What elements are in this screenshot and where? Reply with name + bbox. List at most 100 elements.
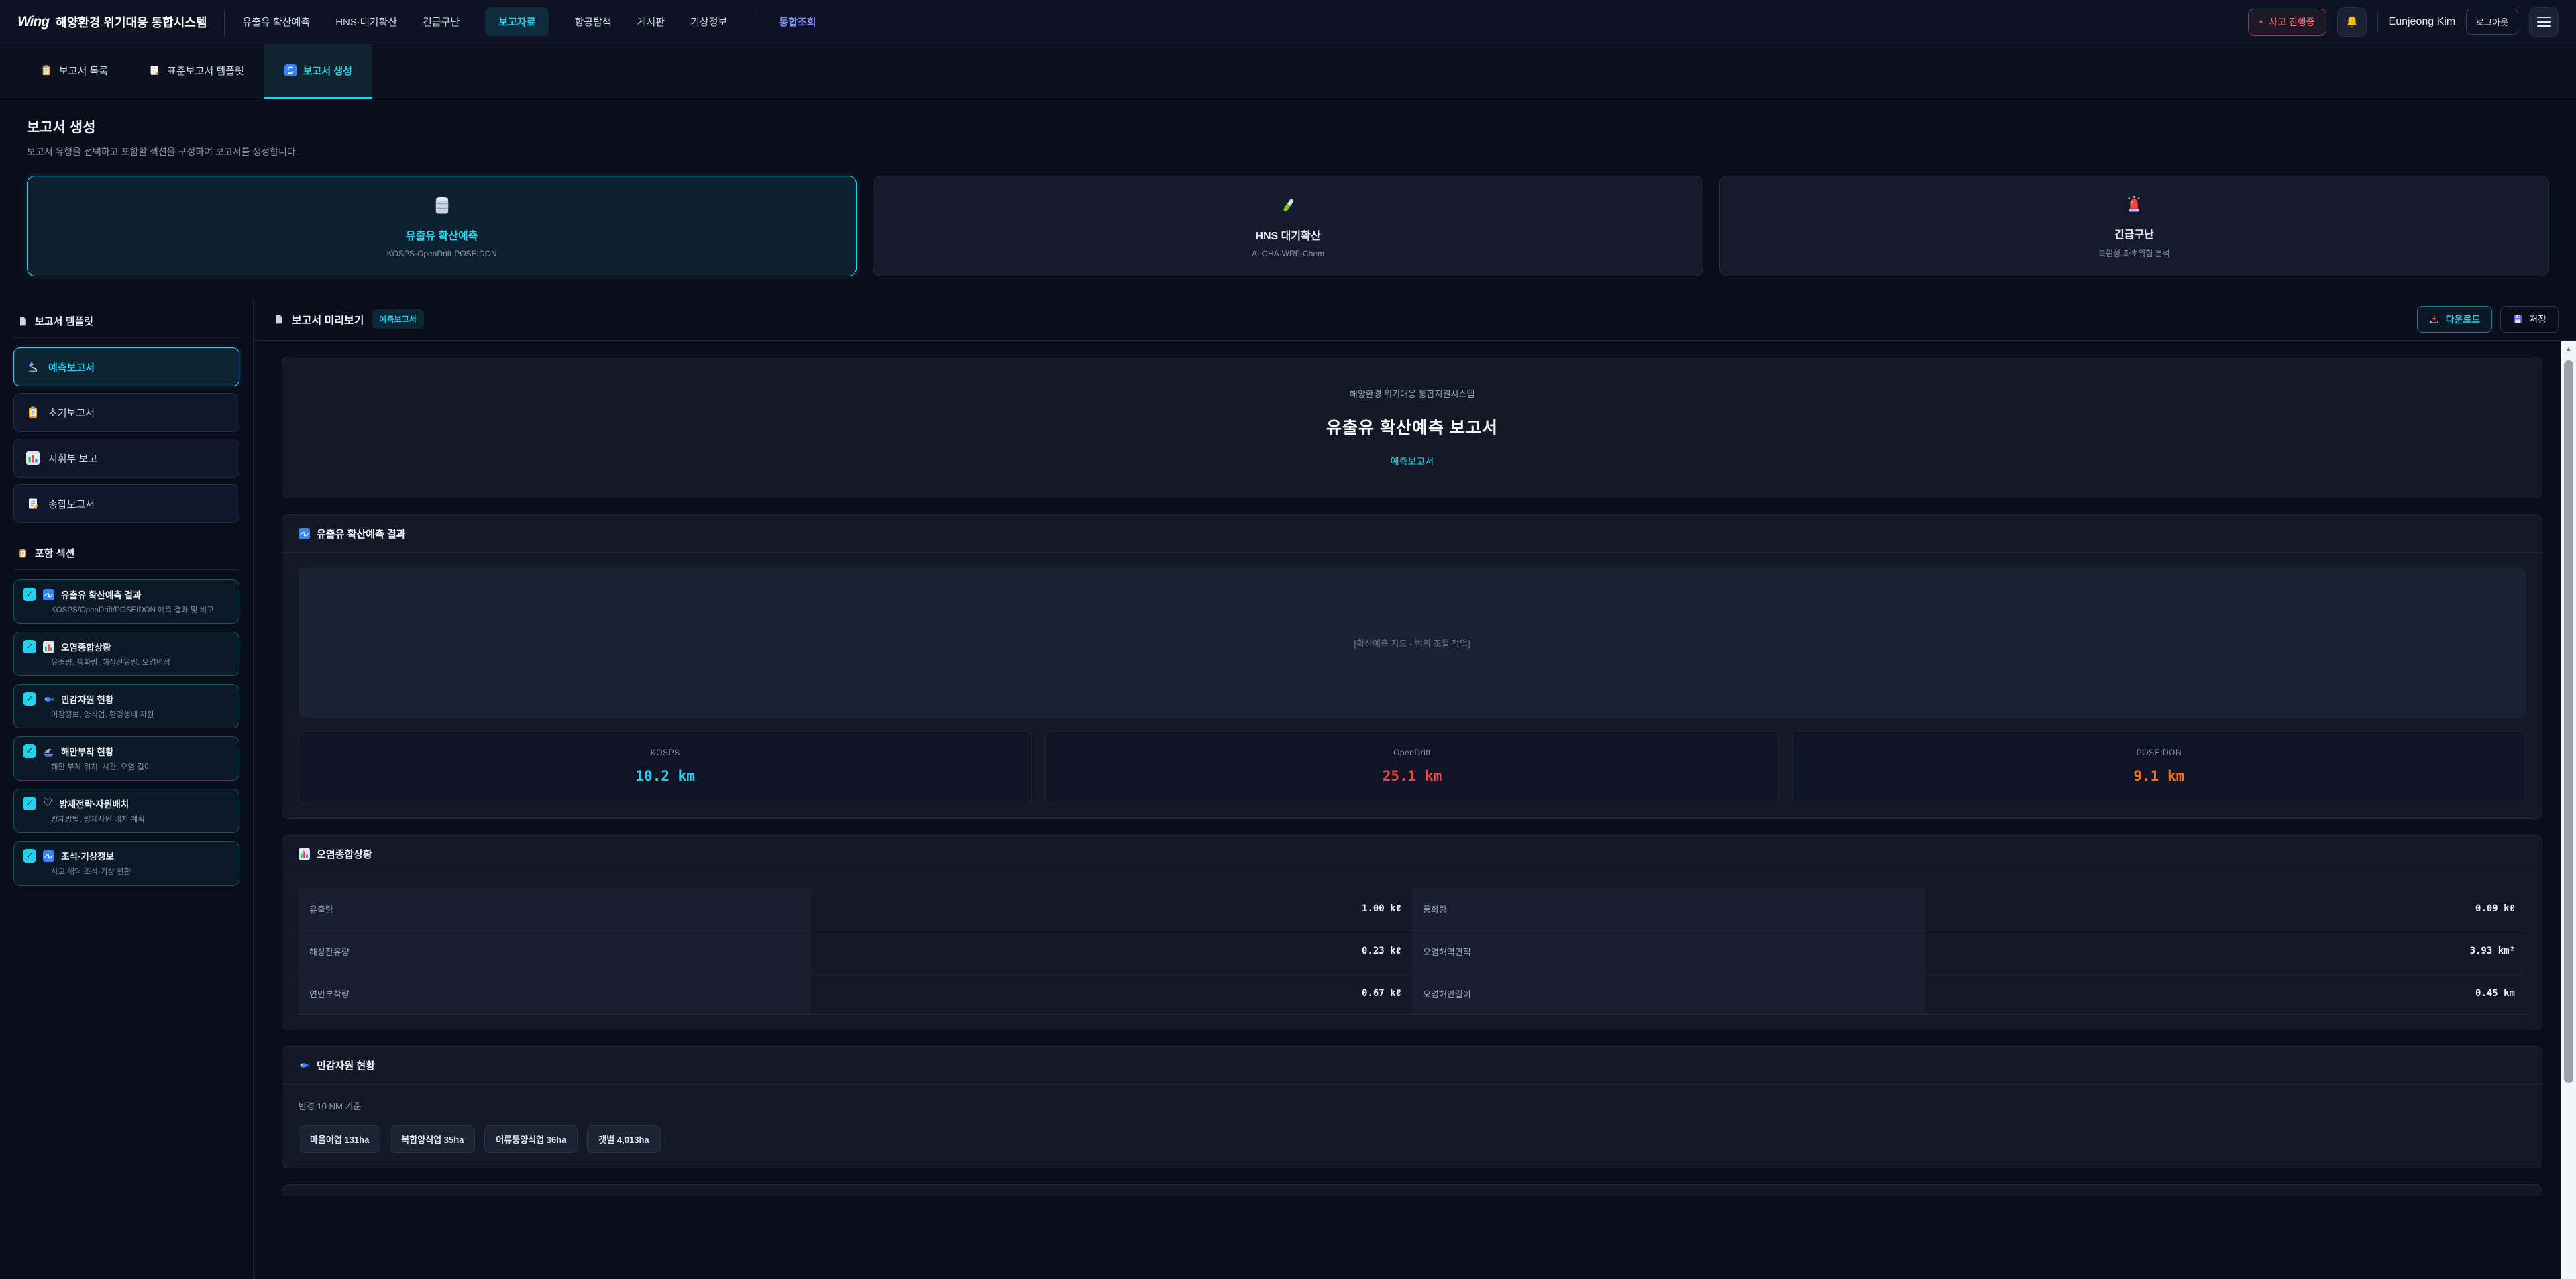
main-nav: 유출유 확산예측 HNS·대기확산 긴급구난 보고자료 항공탐색 게시판 기상정… <box>242 7 816 36</box>
nav-item-aerial-search[interactable]: 항공탐색 <box>574 15 611 29</box>
preview-actions: 다운로드 저장 <box>2417 306 2559 333</box>
nav-item-oil-spill[interactable]: 유출유 확산예측 <box>242 15 310 29</box>
include-section-list: ✓ 유출유 확산예측 결과 KOSPS/OpenDrift/POSEIDON 예… <box>13 579 239 886</box>
include-card-shoreline[interactable]: ✓ 해안부착 현황 해안 부착 위치, 시간, 오염 길이 <box>13 736 239 781</box>
generator-header-section: 보고서 생성 보고서 유형을 선택하고 포함할 섹션을 구성하여 보고서를 생성… <box>0 99 2576 298</box>
pollution-label: 오염해역면적 <box>1412 930 1925 972</box>
download-button[interactable]: 다운로드 <box>2417 306 2493 333</box>
bar-chart-icon <box>43 641 54 653</box>
spread-map-placeholder: [확산예측 지도 - 범위 조절 작업] <box>299 567 2526 718</box>
download-icon <box>2429 314 2440 325</box>
template-label: 예측보고서 <box>48 360 95 374</box>
resource-chips: 마을어업 131ha 복합양식업 35ha 어류등양식업 36ha 갯벌 4,0… <box>299 1125 2526 1153</box>
scrollbar-up-arrow[interactable]: ▲ <box>2561 345 2576 353</box>
pollution-label: 오염해안길이 <box>1412 972 1925 1014</box>
bar-chart-icon <box>299 848 310 860</box>
section-header: 오염종합상황 <box>282 836 2542 873</box>
template-item-forecast[interactable]: 예측보고서 <box>13 347 239 386</box>
floppy-disk-icon <box>2512 314 2523 325</box>
include-desc: 사고 해역 조석·기상 현황 <box>51 867 230 877</box>
stat-box-opendrift: OpenDrift 25.1 km <box>1045 731 1778 803</box>
clipboard-icon <box>40 64 52 76</box>
type-card-subtitle: KOSPS·OpenDrift·POSEIDON <box>387 249 497 258</box>
report-preview-pane: 보고서 미리보기 예측보고서 다운로드 저장 <box>254 298 2576 1279</box>
map-placeholder-text: [확산예측 지도 - 범위 조절 작업] <box>1354 636 1470 649</box>
hamburger-icon <box>2537 17 2551 27</box>
checkbox-checked[interactable]: ✓ <box>23 797 36 810</box>
scrollbar-thumb[interactable] <box>2564 360 2573 1083</box>
workspace: 보고서 템플릿 예측보고서 초기보고서 <box>0 298 2576 1279</box>
menu-button[interactable] <box>2529 7 2559 37</box>
next-section-partial <box>282 1184 2542 1196</box>
nav-item-weather[interactable]: 기상정보 <box>690 15 727 29</box>
include-sections-block: 포함 섹션 ✓ 유출유 확산예측 결과 KOSPS/OpenDrift/POSE… <box>13 541 239 886</box>
include-title: 해안부착 현황 <box>61 744 113 758</box>
template-item-initial[interactable]: 초기보고서 <box>13 393 239 432</box>
fish-icon <box>43 693 54 705</box>
include-card-sensitive[interactable]: ✓ 민감자원 현황 어장정보, 양식업, 환경생태 자원 <box>13 684 239 728</box>
resource-chip: 갯벌 4,013ha <box>587 1125 660 1153</box>
incident-status-badge[interactable]: ● 사고 진행중 <box>2248 9 2326 36</box>
type-card-subtitle: ALOHA·WRF-Chem <box>1252 249 1324 258</box>
include-title: 오염종합상황 <box>61 640 111 653</box>
preview-title-group: 보고서 미리보기 <box>274 311 364 327</box>
logout-button[interactable]: 로그아웃 <box>2466 9 2518 35</box>
template-item-command[interactable]: 지휘부 보고 <box>13 439 239 478</box>
include-title: 조석·기상정보 <box>61 849 114 863</box>
pollution-value: 0.23 kℓ <box>811 930 1412 972</box>
model-stats-row: KOSPS 10.2 km OpenDrift 25.1 km POSEIDON… <box>299 731 2526 803</box>
preview-scrollbar[interactable]: ▲ <box>2561 341 2576 1279</box>
pollution-label: 풍화량 <box>1412 888 1925 930</box>
nav-item-hns[interactable]: HNS·대기확산 <box>335 15 397 29</box>
pollution-value: 1.00 kℓ <box>811 888 1412 930</box>
notifications-button[interactable] <box>2337 7 2367 37</box>
section-title: 민감자원 현황 <box>317 1058 375 1072</box>
wave-icon <box>43 589 54 600</box>
checkbox-checked[interactable]: ✓ <box>23 640 36 653</box>
clipboard-icon <box>17 548 28 559</box>
type-card-title: 긴급구난 <box>2114 225 2154 241</box>
refresh-icon <box>284 64 297 76</box>
include-card-response-strategy[interactable]: ✓ ♡ 방제전략·자원배치 방제방법, 방제자원 배치 계획 <box>13 789 239 833</box>
nav-item-rescue[interactable]: 긴급구난 <box>423 15 460 29</box>
type-card-rescue[interactable]: 긴급구난 복원성·좌초위험 분석 <box>1719 176 2549 276</box>
sections-header: 포함 섹션 <box>13 541 239 570</box>
checkbox-checked[interactable]: ✓ <box>23 588 36 601</box>
tab-label: 표준보고서 템플릿 <box>167 64 244 78</box>
section-spread-result: 유출유 확산예측 결과 [확산예측 지도 - 범위 조절 작업] KOSPS 1… <box>282 514 2542 819</box>
wave-icon <box>299 528 310 539</box>
type-card-oil-spill[interactable]: 유출유 확산예측 KOSPS·OpenDrift·POSEIDON <box>27 176 857 276</box>
bar-chart-icon <box>26 451 40 465</box>
page-subtitle: 보고서 유형을 선택하고 포함할 섹션을 구성하여 보고서를 생성합니다. <box>27 145 2549 158</box>
include-card-spread-result[interactable]: ✓ 유출유 확산예측 결과 KOSPS/OpenDrift/POSEIDON 예… <box>13 579 239 624</box>
stat-value: 10.2 km <box>299 768 1031 784</box>
include-title: 방제전략·자원배치 <box>59 797 129 810</box>
nav-item-reports[interactable]: 보고자료 <box>485 7 549 36</box>
checkbox-checked[interactable]: ✓ <box>23 849 36 863</box>
checkbox-checked[interactable]: ✓ <box>23 692 36 706</box>
include-card-pollution[interactable]: ✓ 오염종합상황 유출량, 풍화량, 해상잔유량, 오염면적 <box>13 632 239 676</box>
template-item-comprehensive[interactable]: 종합보고서 <box>13 484 239 523</box>
preview-type-badge: 예측보고서 <box>372 309 424 329</box>
tab-label: 보고서 생성 <box>303 64 352 78</box>
include-card-tide-weather[interactable]: ✓ 조석·기상정보 사고 해역 조석·기상 현황 <box>13 841 239 885</box>
include-desc: 방제방법, 방제자원 배치 계획 <box>51 814 230 825</box>
download-label: 다운로드 <box>2446 313 2481 326</box>
checkbox-checked[interactable]: ✓ <box>23 744 36 758</box>
brand[interactable]: Wing 해양환경 위기대응 통합시스템 <box>17 13 207 31</box>
nav-item-integrated-search[interactable]: 통합조회 <box>779 15 816 29</box>
template-label: 초기보고서 <box>48 406 95 420</box>
nav-item-board[interactable]: 게시판 <box>637 15 665 29</box>
preview-scroll-area[interactable]: 해양환경 위기대응 통합지원시스템 유출유 확산예측 보고서 예측보고서 유출유… <box>254 341 2576 1279</box>
tab-report-list[interactable]: 보고서 목록 <box>20 44 128 99</box>
bell-icon <box>2345 15 2359 30</box>
save-button[interactable]: 저장 <box>2500 306 2559 333</box>
template-label: 종합보고서 <box>48 497 95 511</box>
app-window: Wing 해양환경 위기대응 통합시스템 유출유 확산예측 HNS·대기확산 긴… <box>0 0 2576 1279</box>
table-row: 연안부착량0.67 kℓ 오염해안길이0.45 km <box>299 972 2526 1015</box>
tab-report-generate[interactable]: 보고서 생성 <box>264 44 372 99</box>
type-card-hns[interactable]: HNS 대기확산 ALOHA·WRF-Chem <box>873 176 1703 276</box>
tab-standard-templates[interactable]: 표준보고서 템플릿 <box>128 44 264 99</box>
templates-header-label: 보고서 템플릿 <box>35 314 93 328</box>
oil-drum-icon <box>433 194 451 217</box>
